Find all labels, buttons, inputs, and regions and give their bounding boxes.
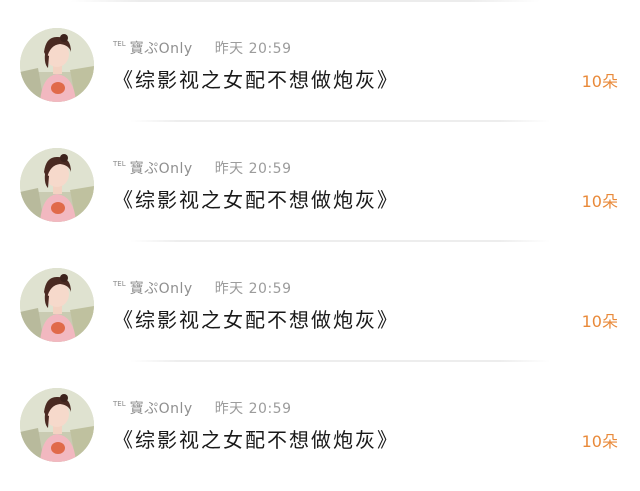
- avatar[interactable]: [20, 28, 94, 102]
- feed-item[interactable]: TEL 寶ぷOnly 昨天 20:59 《综影视之女配不想做炮灰》 10朵: [0, 120, 640, 242]
- avatar-photo-icon: [20, 28, 94, 102]
- flower-count: 10朵: [581, 192, 618, 211]
- username[interactable]: 寶ぷOnly: [130, 278, 193, 298]
- timestamp: 昨天 20:59: [214, 41, 292, 57]
- tel-badge: TEL: [113, 40, 126, 48]
- feed-item[interactable]: TEL 寶ぷOnly 昨天 20:59 《综影视之女配不想做炮灰》 10朵: [0, 0, 640, 122]
- flower-count: 10朵: [581, 312, 618, 331]
- username[interactable]: 寶ぷOnly: [130, 158, 193, 178]
- feed-item[interactable]: TEL 寶ぷOnly 昨天 20:59 《综影视之女配不想做炮灰》 10朵: [0, 360, 640, 479]
- avatar-photo-icon: [20, 388, 94, 462]
- tel-badge: TEL: [113, 160, 126, 168]
- username[interactable]: 寶ぷOnly: [130, 398, 193, 418]
- avatar[interactable]: [20, 268, 94, 342]
- avatar-photo-icon: [20, 148, 94, 222]
- flower-count: 10朵: [581, 72, 618, 91]
- post-title[interactable]: 《综影视之女配不想做炮灰》: [113, 304, 399, 333]
- gift-feed-list: TEL 寶ぷOnly 昨天 20:59 《综影视之女配不想做炮灰》 10朵 TE…: [0, 0, 640, 491]
- avatar[interactable]: [20, 388, 94, 462]
- post-meta: TEL 寶ぷOnly 昨天 20:59: [113, 158, 291, 178]
- username[interactable]: 寶ぷOnly: [130, 38, 193, 58]
- post-title[interactable]: 《综影视之女配不想做炮灰》: [113, 424, 399, 453]
- timestamp: 昨天 20:59: [214, 281, 292, 297]
- post-meta: TEL 寶ぷOnly 昨天 20:59: [113, 278, 291, 298]
- tel-badge: TEL: [113, 280, 126, 288]
- post-meta: TEL 寶ぷOnly 昨天 20:59: [113, 38, 291, 58]
- post-title[interactable]: 《综影视之女配不想做炮灰》: [113, 184, 399, 213]
- post-title[interactable]: 《综影视之女配不想做炮灰》: [113, 64, 399, 93]
- flower-count: 10朵: [581, 432, 618, 451]
- timestamp: 昨天 20:59: [214, 161, 292, 177]
- timestamp: 昨天 20:59: [214, 401, 292, 417]
- tel-badge: TEL: [113, 400, 126, 408]
- avatar-photo-icon: [20, 268, 94, 342]
- feed-item[interactable]: TEL 寶ぷOnly 昨天 20:59 《综影视之女配不想做炮灰》 10朵: [0, 240, 640, 362]
- avatar[interactable]: [20, 148, 94, 222]
- post-meta: TEL 寶ぷOnly 昨天 20:59: [113, 398, 291, 418]
